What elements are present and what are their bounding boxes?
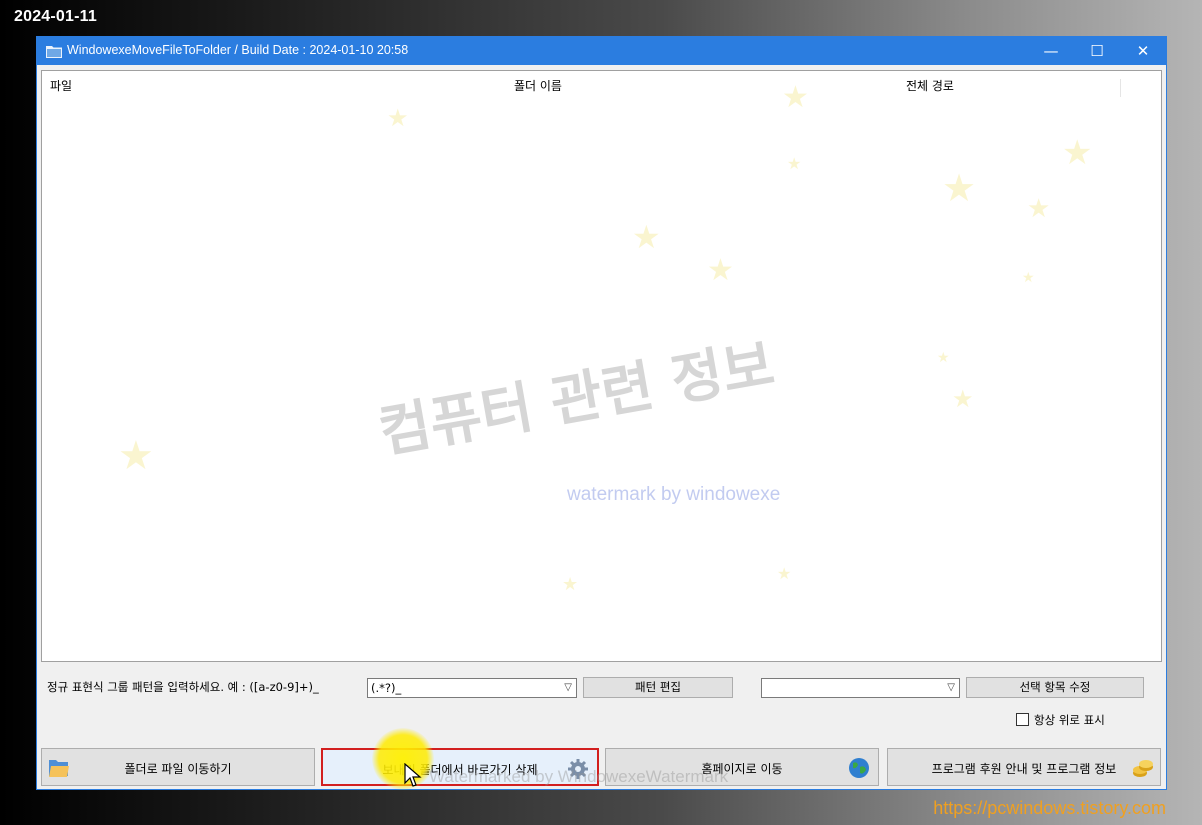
file-list[interactable]: 파일 폴더 이름 전체 경로 ★ ★ ★ ★ ★ ★ ★ ★ ★ ★ ★ ★ ★… — [41, 70, 1162, 662]
edit-selected-button[interactable]: 선택 항목 수정 — [966, 677, 1144, 698]
move-files-label: 폴더로 파일 이동하기 — [124, 762, 232, 776]
button-watermark: Watermarked by WindowexeWatermark — [429, 767, 729, 786]
always-on-top-checkbox[interactable]: 항상 위로 표시 — [1016, 712, 1105, 728]
watermark-text: 컴퓨터 관련 정보 — [374, 332, 780, 466]
star-decoration: ★ — [782, 80, 809, 115]
minimize-button[interactable]: — — [1028, 37, 1074, 65]
star-decoration: ★ — [937, 350, 950, 366]
coins-icon — [1133, 760, 1153, 777]
star-decoration: ★ — [632, 218, 661, 256]
maximize-button[interactable]: ☐ — [1074, 37, 1120, 65]
mouse-pointer-icon — [404, 763, 422, 787]
pattern-value: (.*?)_ — [371, 681, 402, 695]
star-decoration: ★ — [1062, 133, 1093, 173]
watermark-subtext: watermark by windowexe — [567, 484, 781, 505]
star-decoration: ★ — [562, 574, 579, 595]
program-info-button[interactable]: 프로그램 후원 안내 및 프로그램 정보 — [887, 748, 1161, 786]
date-overlay: 2024-01-11 — [14, 8, 97, 25]
pattern-combobox[interactable]: (.*?)_ ▽ — [367, 678, 577, 698]
chevron-down-icon[interactable]: ▽ — [564, 679, 572, 697]
title-bar[interactable]: WindowexeMoveFileToFolder / Build Date :… — [37, 37, 1166, 65]
star-decoration: ★ — [1022, 270, 1035, 286]
site-url: https://pcwindows.tistory.com — [933, 798, 1166, 818]
star-decoration: ★ — [952, 385, 974, 413]
always-on-top-label: 항상 위로 표시 — [1034, 713, 1105, 727]
pattern-edit-button[interactable]: 패턴 편집 — [583, 677, 733, 698]
star-decoration: ★ — [707, 253, 734, 288]
column-header-folder-name[interactable]: 폴더 이름 — [514, 77, 562, 94]
star-decoration: ★ — [777, 564, 792, 583]
star-decoration: ★ — [118, 433, 154, 479]
selection-combobox[interactable]: ▽ — [761, 678, 960, 698]
star-decoration: ★ — [787, 154, 802, 173]
star-decoration: ★ — [1027, 194, 1051, 224]
column-header-file[interactable]: 파일 — [50, 77, 72, 94]
column-separator — [1120, 79, 1121, 97]
globe-icon — [849, 758, 869, 778]
app-folder-icon — [46, 46, 62, 58]
pattern-label: 정규 표현식 그룹 패턴을 입력하세요. 예 : ([a-z0-9]+)_ — [47, 680, 319, 694]
program-info-label: 프로그램 후원 안내 및 프로그램 정보 — [931, 762, 1117, 776]
checkbox-box[interactable] — [1016, 713, 1029, 726]
app-window: WindowexeMoveFileToFolder / Build Date :… — [36, 36, 1167, 790]
cursor-highlight — [372, 728, 434, 790]
star-decoration: ★ — [387, 104, 409, 132]
window-title: WindowexeMoveFileToFolder / Build Date :… — [67, 43, 409, 57]
move-files-button[interactable]: 폴더로 파일 이동하기 — [41, 748, 315, 786]
column-header-full-path[interactable]: 전체 경로 — [906, 77, 954, 94]
chevron-down-icon[interactable]: ▽ — [947, 679, 955, 697]
close-button[interactable]: ✕ — [1120, 37, 1166, 65]
star-decoration: ★ — [942, 166, 977, 210]
